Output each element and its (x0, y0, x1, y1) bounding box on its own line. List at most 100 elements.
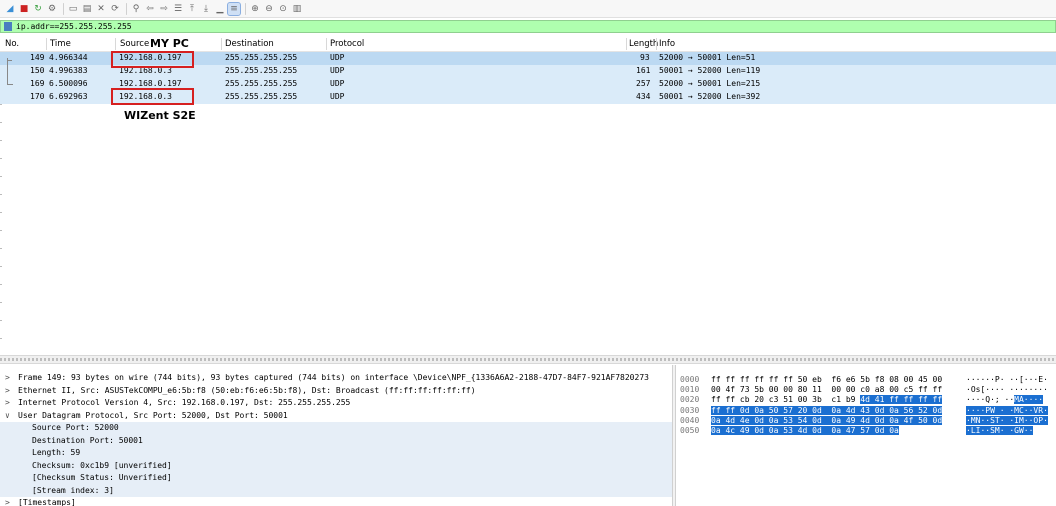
byte-offset: 0030 (680, 405, 700, 415)
expand-arrow-icon[interactable]: > (5, 498, 10, 506)
detail-text: [Stream index: 3] (32, 485, 114, 495)
column-divider[interactable] (115, 38, 116, 50)
detail-text: Length: 59 (32, 448, 81, 457)
back-icon[interactable]: ⇦ (144, 3, 156, 15)
byte-offset: 0050 (680, 426, 700, 435)
ascii-row[interactable]: ····Q·; ··MA···· (966, 395, 1044, 405)
column-divider[interactable] (326, 38, 327, 50)
expand-arrow-icon[interactable]: > (5, 398, 10, 407)
shark-fin-icon[interactable]: ◢ (4, 3, 16, 15)
reload-icon[interactable]: ⟳ (109, 3, 121, 15)
column-divider[interactable] (626, 38, 627, 50)
packet-length: 434 (636, 92, 651, 101)
detail-text: Source Port: 52000 (32, 423, 119, 432)
ascii-row[interactable]: ····PW · ·MC··VR· (966, 405, 1048, 416)
ascii-row[interactable]: ·LI··SM· ·GW·· (966, 426, 1034, 436)
column-header-info[interactable]: Info (659, 39, 675, 49)
byte-offset: 0040 (680, 415, 700, 425)
highlight-box-wizent (111, 88, 194, 105)
detail-row[interactable]: Length: 59 (0, 447, 672, 460)
ascii-bytes-selected: MA···· (1014, 395, 1044, 405)
column-header-no[interactable]: No. (5, 39, 19, 49)
splitter-grip[interactable] (0, 358, 1056, 361)
expand-arrow-icon[interactable]: > (5, 386, 10, 395)
column-header-protocol[interactable]: Protocol (330, 39, 364, 49)
column-divider[interactable] (221, 38, 222, 50)
stop-icon[interactable]: ■ (18, 3, 30, 15)
last-packet-icon[interactable]: ⤓ (200, 3, 212, 15)
packet-destination: 255.255.255.255 (225, 66, 298, 75)
hex-row[interactable]: ff ff 0d 0a 50 57 20 0d 0a 4d 43 0d 0a 5… (711, 405, 943, 416)
detail-row[interactable]: > [Timestamps] (0, 497, 672, 506)
byte-offset: 0020 (680, 395, 700, 405)
packet-time: 4.966344 (49, 53, 88, 62)
first-packet-icon[interactable]: ⤒ (186, 3, 198, 15)
packet-length: 93 (640, 53, 650, 62)
main-toolbar: ◢ ■ ↻ ⚙ ▭ ▤ ✕ ⟳ ⚲ ⇦ ⇨ ☰ ⤒ ⤓ ▁ ≡ ⊕ ⊖ ⊙ ▥ (0, 0, 1056, 18)
packet-time: 4.996383 (49, 66, 88, 75)
hex-row[interactable]: ff ff cb 20 c3 51 00 3b c1 b9 4d 41 ff f… (711, 395, 943, 405)
restart-icon[interactable]: ↻ (32, 3, 44, 15)
packet-no: 169 (30, 79, 45, 88)
close-file-icon[interactable]: ✕ (95, 3, 107, 15)
auto-scroll-icon[interactable]: ▁ (214, 3, 226, 15)
hex-row[interactable]: 0a 4c 49 0d 0a 53 4d 0d 0a 47 57 0d 0a (711, 426, 899, 436)
hex-row[interactable]: 00 4f 73 5b 00 00 80 11 00 00 c0 a8 00 c… (711, 385, 942, 395)
detail-text: Destination Port: 50001 (32, 435, 143, 445)
packet-protocol: UDP (330, 66, 345, 75)
detail-row[interactable]: [Stream index: 3] (0, 484, 672, 497)
options-gear-icon[interactable]: ⚙ (46, 3, 58, 15)
open-file-icon[interactable]: ▭ (67, 3, 79, 15)
detail-row[interactable]: > Frame 149: 93 bytes on wire (744 bits),… (0, 372, 672, 385)
detail-row[interactable]: Checksum: 0xc1b9 [unverified] (0, 459, 672, 472)
collapse-arrow-icon[interactable]: ∨ (5, 411, 10, 420)
column-header-time[interactable]: Time (50, 39, 71, 49)
expand-arrow-icon[interactable]: > (5, 373, 10, 382)
packet-destination: 255.255.255.255 (225, 53, 298, 62)
conversation-indicator (7, 58, 13, 85)
hex-bytes-selected: 0a 4c 49 0d 0a 53 4d 0d 0a 47 57 0d 0a (711, 426, 899, 435)
ascii-row[interactable]: ······P· ··[···E· (966, 375, 1048, 385)
hex-row[interactable]: ff ff ff ff ff ff 50 eb f6 e6 5b f8 08 0… (711, 375, 942, 385)
column-header-source[interactable]: Source (120, 39, 149, 49)
detail-row[interactable]: [Checksum Status: Unverified] (0, 472, 672, 485)
save-file-icon[interactable]: ▤ (81, 3, 93, 15)
go-to-packet-icon[interactable]: ☰ (172, 3, 184, 15)
packet-bytes-pane: 0000 ff ff ff ff ff ff 50 eb f6 e6 5b f8 … (676, 365, 1056, 506)
ascii-row[interactable]: ·Os[···· ········ (966, 385, 1048, 395)
display-filter-input[interactable]: ip.addr==255.255.255.255 (16, 22, 132, 31)
resize-columns-icon[interactable]: ▥ (291, 3, 303, 15)
colorize-icon[interactable]: ≡ (227, 1, 241, 16)
find-icon[interactable]: ⚲ (130, 3, 142, 15)
zoom-normal-icon[interactable]: ⊙ (277, 3, 289, 15)
list-margin (0, 104, 2, 354)
byte-offset: 0010 (680, 385, 700, 395)
detail-text: [Timestamps] (18, 498, 76, 506)
packet-protocol: UDP (330, 53, 345, 62)
hex-bytes-selected: ff ff 0d 0a 50 57 20 0d 0a 4d 43 0d 0a 5… (711, 405, 943, 415)
detail-row[interactable]: Source Port: 52000 (0, 422, 672, 435)
detail-text: Checksum: 0xc1b9 [unverified] (32, 460, 172, 470)
hex-row[interactable]: 0a 4d 4e 0d 0a 53 54 0d 0a 49 4d 0d 0a 4… (711, 415, 943, 426)
packet-destination: 255.255.255.255 (225, 92, 298, 101)
column-divider[interactable] (656, 38, 657, 50)
ascii-row[interactable]: ·MN··ST· ·IM··OP· (966, 415, 1048, 426)
toolbar-separator (245, 2, 246, 15)
detail-row[interactable]: > Ethernet II, Src: ASUSTekCOMPU_e6:5b:f8… (0, 385, 672, 398)
packet-info: 50001 → 52000 Len=392 (659, 92, 761, 101)
detail-row[interactable]: Destination Port: 50001 (0, 434, 672, 447)
detail-row[interactable]: ∨ User Datagram Protocol, Src Port: 52000… (0, 410, 672, 423)
bookmark-icon[interactable] (4, 22, 12, 31)
column-header-destination[interactable]: Destination (225, 39, 274, 49)
packet-info: 52000 → 50001 Len=51 (659, 53, 756, 62)
packet-info: 50001 → 52000 Len=119 (659, 66, 761, 75)
display-filter-bar[interactable]: ip.addr==255.255.255.255 (0, 20, 1056, 33)
forward-icon[interactable]: ⇨ (158, 3, 170, 15)
column-header-length[interactable]: Length (629, 39, 658, 49)
zoom-out-icon[interactable]: ⊖ (263, 3, 275, 15)
detail-text: [Checksum Status: Unverified] (32, 473, 172, 482)
pane-splitter[interactable] (0, 355, 1056, 364)
detail-row[interactable]: > Internet Protocol Version 4, Src: 192.1… (0, 397, 672, 410)
column-divider[interactable] (46, 38, 47, 50)
zoom-in-icon[interactable]: ⊕ (249, 3, 261, 15)
